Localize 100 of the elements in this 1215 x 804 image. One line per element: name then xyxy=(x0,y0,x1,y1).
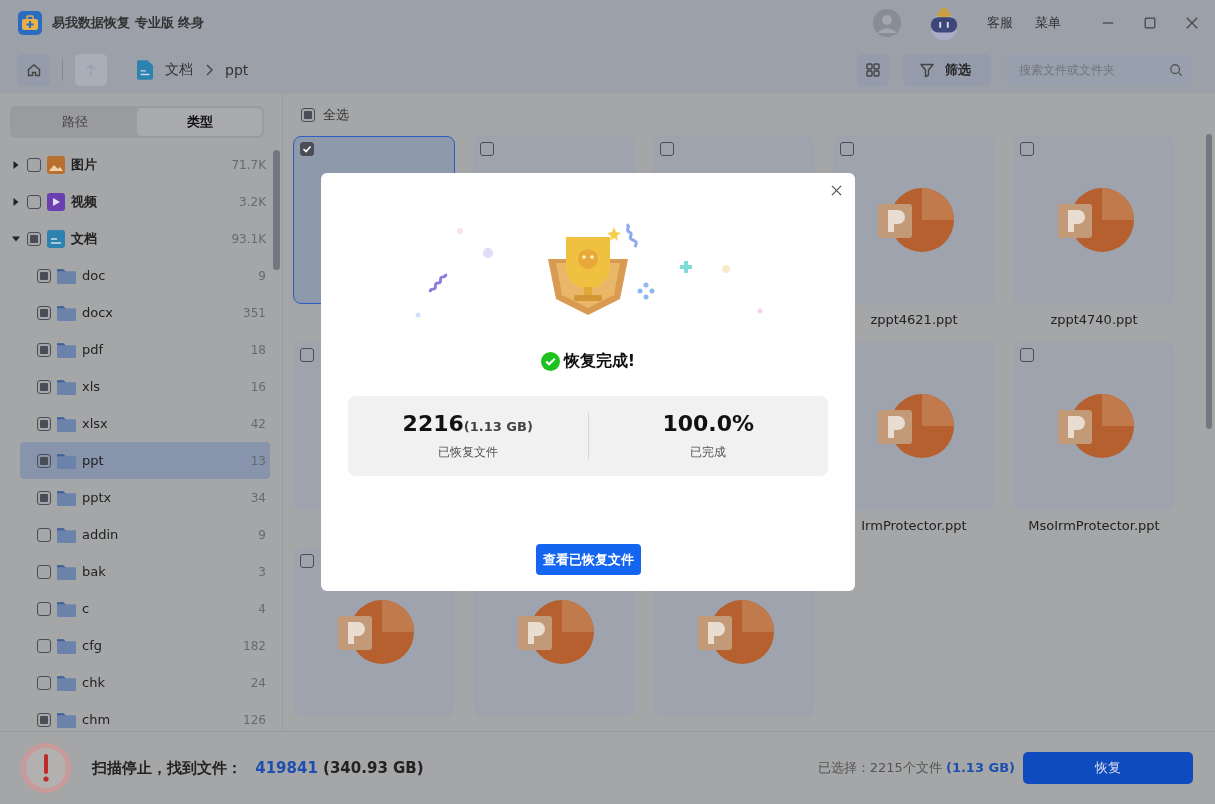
folder-item[interactable]: ppt 13 xyxy=(20,442,270,479)
recover-button[interactable]: 恢复 xyxy=(1023,752,1193,784)
folder-icon xyxy=(57,378,76,395)
folder-icon xyxy=(57,563,76,580)
checkbox[interactable] xyxy=(37,712,51,727)
folder-item[interactable]: pdf 18 xyxy=(20,331,270,368)
grid-view-button[interactable] xyxy=(857,54,889,86)
maximize-icon[interactable] xyxy=(1143,16,1157,30)
file-card[interactable] xyxy=(833,136,995,304)
checkbox[interactable] xyxy=(37,379,51,394)
folder-label: doc xyxy=(82,268,107,283)
stat-value: 2216(1.13 GB) xyxy=(402,411,533,436)
folder-label: ppt xyxy=(82,453,105,468)
breadcrumb-link[interactable]: ppt xyxy=(225,62,249,78)
folder-label: cfg xyxy=(82,638,103,653)
dialog-title: 恢复完成! xyxy=(563,351,636,372)
checkbox[interactable] xyxy=(37,342,51,357)
folder-icon xyxy=(57,304,76,321)
folder-item[interactable]: xls 16 xyxy=(20,368,270,405)
checkbox[interactable] xyxy=(37,268,51,283)
folder-icon xyxy=(57,415,76,432)
folder-item[interactable]: cfg 182 xyxy=(20,627,270,664)
close-icon[interactable] xyxy=(831,185,842,196)
file-name: IrmProtector.ppt xyxy=(861,518,967,533)
title-menu-link[interactable]: 客服 xyxy=(987,14,1013,32)
filter-button[interactable]: 筛选 xyxy=(903,54,991,86)
folder-item[interactable]: docx 351 xyxy=(20,294,270,331)
count-label: 34 xyxy=(250,490,266,505)
checkbox[interactable] xyxy=(27,157,41,172)
checkbox[interactable] xyxy=(660,142,674,156)
success-check-icon xyxy=(540,352,560,371)
view-recovered-files-button[interactable]: 查看已恢复文件 xyxy=(535,544,641,575)
count-label: 42 xyxy=(250,416,266,431)
expand-arrow-icon[interactable] xyxy=(12,160,20,169)
folder-item[interactable]: pptx 34 xyxy=(20,479,270,516)
checkbox[interactable] xyxy=(301,108,315,122)
folder-item[interactable]: bak 3 xyxy=(20,553,270,590)
breadcrumb-link[interactable]: 文档 xyxy=(165,61,193,79)
checkbox[interactable] xyxy=(840,142,854,156)
folder-item[interactable]: c 4 xyxy=(20,590,270,627)
folder-label: xls xyxy=(82,379,102,394)
count-label: 13 xyxy=(250,453,266,468)
expand-arrow-icon[interactable] xyxy=(12,234,20,243)
checkbox[interactable] xyxy=(37,601,51,616)
checkbox[interactable] xyxy=(300,554,314,568)
checkbox[interactable] xyxy=(300,348,314,362)
category-icon xyxy=(47,155,65,174)
folder-label: bak xyxy=(82,564,107,579)
folder-label: chk xyxy=(82,675,106,690)
category-label[interactable]: 图片 xyxy=(71,155,232,174)
count-label: 9 xyxy=(258,527,266,542)
close-icon[interactable] xyxy=(1185,16,1199,30)
category-label[interactable]: 文档 xyxy=(71,229,232,248)
filter-icon xyxy=(919,62,935,78)
folder-item[interactable]: doc 9 xyxy=(20,257,270,294)
app-logo-icon xyxy=(18,11,42,35)
folder-label: addin xyxy=(82,527,120,542)
checkbox[interactable] xyxy=(37,675,51,690)
checkbox[interactable] xyxy=(37,453,51,468)
checkbox[interactable] xyxy=(1020,142,1034,156)
scrollbar-thumb[interactable] xyxy=(273,150,280,270)
checkbox[interactable] xyxy=(37,305,51,320)
home-icon xyxy=(26,62,42,78)
checkbox[interactable] xyxy=(37,527,51,542)
warning-icon xyxy=(20,742,72,794)
scrollbar-thumb[interactable] xyxy=(1206,134,1212,429)
checkbox[interactable] xyxy=(27,194,41,209)
title-menu-link[interactable]: 菜单 xyxy=(1035,14,1061,32)
count-label: 9 xyxy=(258,268,266,283)
file-name: zppt4621.ppt xyxy=(870,312,958,327)
grid-icon xyxy=(865,62,881,78)
folder-item[interactable]: chm 126 xyxy=(20,701,270,731)
expand-arrow-icon[interactable] xyxy=(12,197,20,206)
folder-item[interactable]: xlsx 42 xyxy=(20,405,270,442)
checkbox[interactable] xyxy=(300,142,314,156)
scan-status-text: 扫描停止，找到文件： 419841 (340.93 GB) xyxy=(92,758,424,778)
checkbox[interactable] xyxy=(37,416,51,431)
checkbox[interactable] xyxy=(37,564,51,579)
checkbox[interactable] xyxy=(480,142,494,156)
checkbox[interactable] xyxy=(27,231,41,246)
stat-value: 100.0% xyxy=(662,411,755,436)
checkbox[interactable] xyxy=(37,490,51,505)
select-all-label[interactable]: 全选 xyxy=(323,106,349,124)
view-tab[interactable]: 类型 xyxy=(137,108,262,136)
search-icon[interactable] xyxy=(1169,63,1183,77)
folder-label: pptx xyxy=(82,490,113,505)
checkbox[interactable] xyxy=(37,638,51,653)
view-tab[interactable]: 路径 xyxy=(12,108,137,136)
category-label[interactable]: 视频 xyxy=(71,192,240,211)
count-label: 71.7K xyxy=(231,157,266,172)
stat-label: 已完成 xyxy=(690,444,727,461)
folder-item[interactable]: addin 9 xyxy=(20,516,270,553)
home-button[interactable] xyxy=(18,54,50,86)
folder-label: xlsx xyxy=(82,416,109,431)
checkbox[interactable] xyxy=(1020,348,1034,362)
document-icon xyxy=(137,60,153,80)
folder-item[interactable]: chk 24 xyxy=(20,664,270,701)
selection-summary: 已选择：2215个文件 (1.13 GB) xyxy=(817,759,1015,777)
stat-label: 已恢复文件 xyxy=(437,444,498,461)
window-title: 易我数据恢复 专业版 终身 xyxy=(52,14,205,32)
